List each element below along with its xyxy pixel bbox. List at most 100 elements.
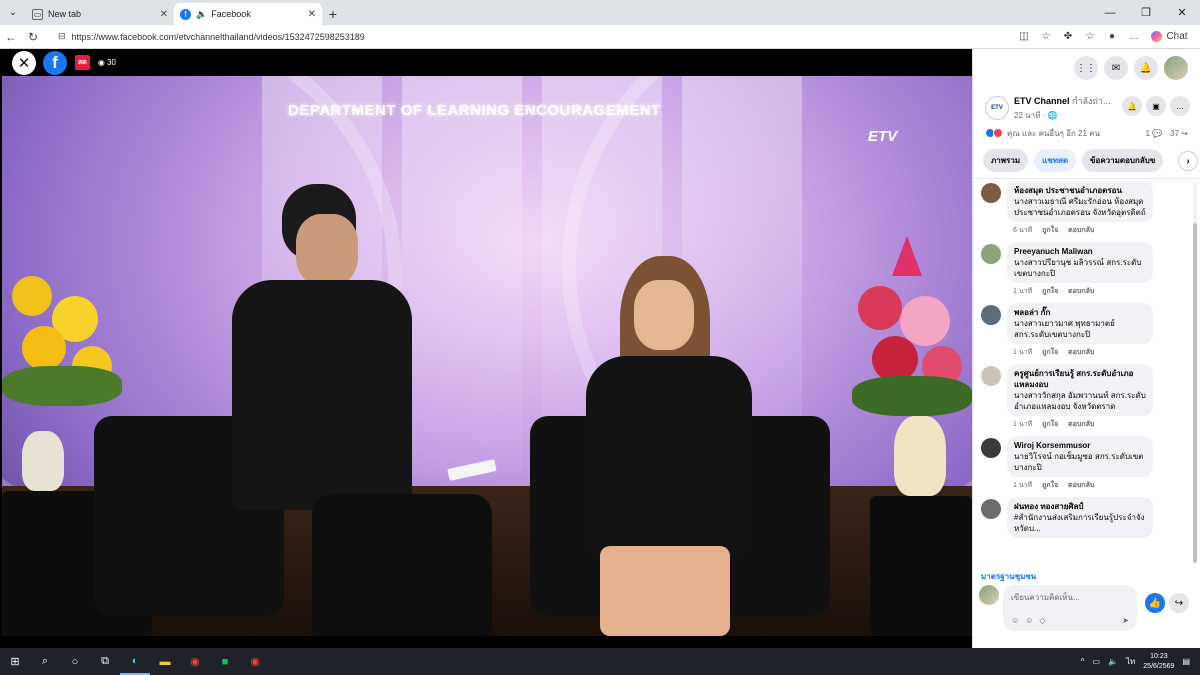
bell-icon[interactable]: 🔔: [1122, 96, 1142, 116]
share-button-icon[interactable]: ↪: [1169, 593, 1189, 613]
url-field[interactable]: ⊟ https://www.facebook.com/etvchanneltha…: [50, 27, 1000, 46]
commenter-avatar[interactable]: [981, 305, 1001, 325]
page-actions: 🔔 ▣ …: [1122, 96, 1190, 116]
comment-input[interactable]: เขียนความคิดเห็น... ☺ ☺ ◇ ➤: [1003, 585, 1137, 631]
audio-playing-icon[interactable]: 🔈: [196, 9, 207, 20]
edge-icon[interactable]: ◐: [120, 648, 150, 675]
post-time[interactable]: 22 นาที: [1014, 111, 1040, 120]
commenter-avatar[interactable]: [981, 183, 1001, 203]
guest-person: [580, 256, 760, 636]
tab-facebook[interactable]: f 🔈 Facebook ✕: [174, 3, 322, 25]
tab-live-chat[interactable]: แชทสด: [1034, 149, 1077, 172]
notifications-bell-icon[interactable]: 🔔: [1134, 56, 1158, 80]
minimize-icon[interactable]: —: [1092, 0, 1128, 25]
comment-time[interactable]: 1 นาที: [1013, 419, 1032, 430]
copilot-chat-button[interactable]: Chat: [1145, 31, 1194, 42]
comment-time[interactable]: 1 นาที: [1013, 347, 1032, 358]
comment-author[interactable]: พลอล่า กั๊ก: [1014, 307, 1146, 318]
tray-overflow-icon[interactable]: ^: [1081, 657, 1085, 666]
tab-label: New tab: [48, 9, 82, 19]
comment-time[interactable]: 1 นาที: [1013, 286, 1032, 297]
commenter-avatar[interactable]: [981, 499, 1001, 519]
scrollbar-thumb[interactable]: [1193, 223, 1197, 563]
facebook-logo-icon[interactable]: f: [43, 50, 67, 75]
close-tab-icon[interactable]: ✕: [160, 9, 168, 20]
chrome-icon[interactable]: ◉: [180, 648, 210, 675]
comment-reply-link[interactable]: ตอบกลับ: [1068, 347, 1094, 358]
file-explorer-icon[interactable]: ▬: [150, 648, 180, 675]
comment-meta: 6 นาที ถูกใจ ตอบกลับ: [1013, 225, 1153, 236]
user-avatar[interactable]: [1164, 56, 1188, 80]
extensions-icon[interactable]: ✤: [1057, 31, 1079, 42]
comment-reply-link[interactable]: ตอบกลับ: [1068, 480, 1094, 491]
commenter-avatar[interactable]: [981, 438, 1001, 458]
line-icon[interactable]: ■: [210, 648, 240, 675]
favorite-star-icon[interactable]: ☆: [1035, 31, 1057, 42]
favorites-icon[interactable]: ☆: [1079, 31, 1101, 42]
comment-like-link[interactable]: ถูกใจ: [1042, 480, 1058, 491]
comment-author[interactable]: ฝนทอง ทองสายศิลป์: [1014, 501, 1146, 512]
save-icon[interactable]: ▣: [1146, 96, 1166, 116]
comment-author[interactable]: ห้องสมุด ประชาชนอำเภอตรอน: [1014, 185, 1146, 196]
more-options-icon[interactable]: …: [1170, 96, 1190, 116]
clock[interactable]: 10:23 25/6/2569: [1143, 652, 1174, 672]
tab-replies[interactable]: ข้อความตอบกลับข: [1082, 149, 1164, 172]
messenger-icon[interactable]: ✉: [1104, 56, 1128, 80]
pedestal-right: [870, 496, 972, 636]
tab-label: Facebook: [211, 9, 251, 19]
comment-like-link[interactable]: ถูกใจ: [1042, 286, 1058, 297]
windows-start-icon[interactable]: ⊞: [0, 648, 30, 675]
comment-time[interactable]: 6 นาที: [1013, 225, 1032, 236]
maximize-icon[interactable]: ❐: [1128, 0, 1164, 25]
more-menu-icon[interactable]: …: [1123, 31, 1145, 42]
comment-reply-link[interactable]: ตอบกลับ: [1068, 286, 1094, 297]
avatar-sticker-icon[interactable]: ☺: [1011, 616, 1019, 625]
back-icon[interactable]: ←: [0, 30, 22, 44]
sticker-icon[interactable]: ◇: [1039, 616, 1045, 625]
next-tabs-chevron-icon[interactable]: ›: [1178, 151, 1198, 171]
comment-reply-link[interactable]: ตอบกลับ: [1068, 225, 1094, 236]
tab-new-tab[interactable]: ▭ New tab ✕: [26, 3, 174, 25]
comment-author[interactable]: Preeyanuch Maliwan: [1014, 246, 1146, 257]
send-icon[interactable]: ➤: [1122, 616, 1129, 625]
share-count[interactable]: 37 ↪: [1170, 129, 1188, 138]
notification-center-icon[interactable]: ▤: [1182, 657, 1190, 666]
video-player[interactable]: DEPARTMENT OF LEARNING ENCOURAGEMENT ETV: [0, 49, 972, 648]
task-view-icon[interactable]: ⧉: [90, 648, 120, 675]
emoji-icon[interactable]: ☺: [1025, 616, 1033, 625]
comment-count[interactable]: 1 💬: [1146, 129, 1163, 138]
split-screen-icon[interactable]: ◫: [1013, 31, 1035, 42]
comment-like-link[interactable]: ถูกใจ: [1042, 225, 1058, 236]
network-icon[interactable]: ▭: [1092, 657, 1100, 666]
profile-icon[interactable]: ●: [1101, 31, 1123, 42]
comments-scrollbar[interactable]: [1193, 183, 1197, 563]
comment-like-link[interactable]: ถูกใจ: [1042, 419, 1058, 430]
commenter-avatar[interactable]: [981, 244, 1001, 264]
site-info-icon[interactable]: ⊟: [58, 31, 66, 42]
language-icon[interactable]: ไท: [1126, 655, 1135, 668]
cortana-icon[interactable]: ○: [60, 648, 90, 675]
more-link[interactable]: มาตรฐานชุมชน: [981, 570, 1036, 583]
refresh-icon[interactable]: ↻: [22, 30, 44, 44]
video-top-bar: ✕ f สด ◉ 30: [0, 49, 972, 76]
like-button-icon[interactable]: 👍: [1145, 593, 1165, 613]
tab-overview[interactable]: ภาพรวม: [983, 149, 1029, 172]
chrome-profile-icon[interactable]: ◉: [240, 648, 270, 675]
commenter-avatar[interactable]: [981, 366, 1001, 386]
volume-icon[interactable]: 🔈: [1108, 657, 1118, 666]
close-video-icon[interactable]: ✕: [12, 50, 36, 75]
search-icon[interactable]: ⌕: [30, 648, 60, 675]
menu-grid-icon[interactable]: ⋮⋮: [1074, 56, 1098, 80]
etv-page-logo[interactable]: ETV: [985, 96, 1009, 120]
comment-time[interactable]: 1 นาที: [1013, 480, 1032, 491]
tab-menu-chevron-icon[interactable]: ⌄: [0, 0, 26, 25]
comment-reply-link[interactable]: ตอบกลับ: [1068, 419, 1094, 430]
page-name[interactable]: ETV Channel: [1014, 96, 1070, 106]
new-tab-button[interactable]: +: [322, 3, 344, 25]
comment-author[interactable]: Wiroj Korsemmusor: [1014, 440, 1146, 451]
comment-like-link[interactable]: ถูกใจ: [1042, 347, 1058, 358]
close-tab-icon[interactable]: ✕: [308, 9, 316, 20]
close-window-icon[interactable]: ✕: [1164, 0, 1200, 25]
comment-author[interactable]: ครูศูนย์การเรียนรู้ สกร.ระดับอำเภอแหลมงอ…: [1014, 368, 1146, 390]
reaction-summary[interactable]: คุณ และ คนอื่นๆ อีก 21 คน 1 💬 37 ↪: [973, 123, 1200, 143]
